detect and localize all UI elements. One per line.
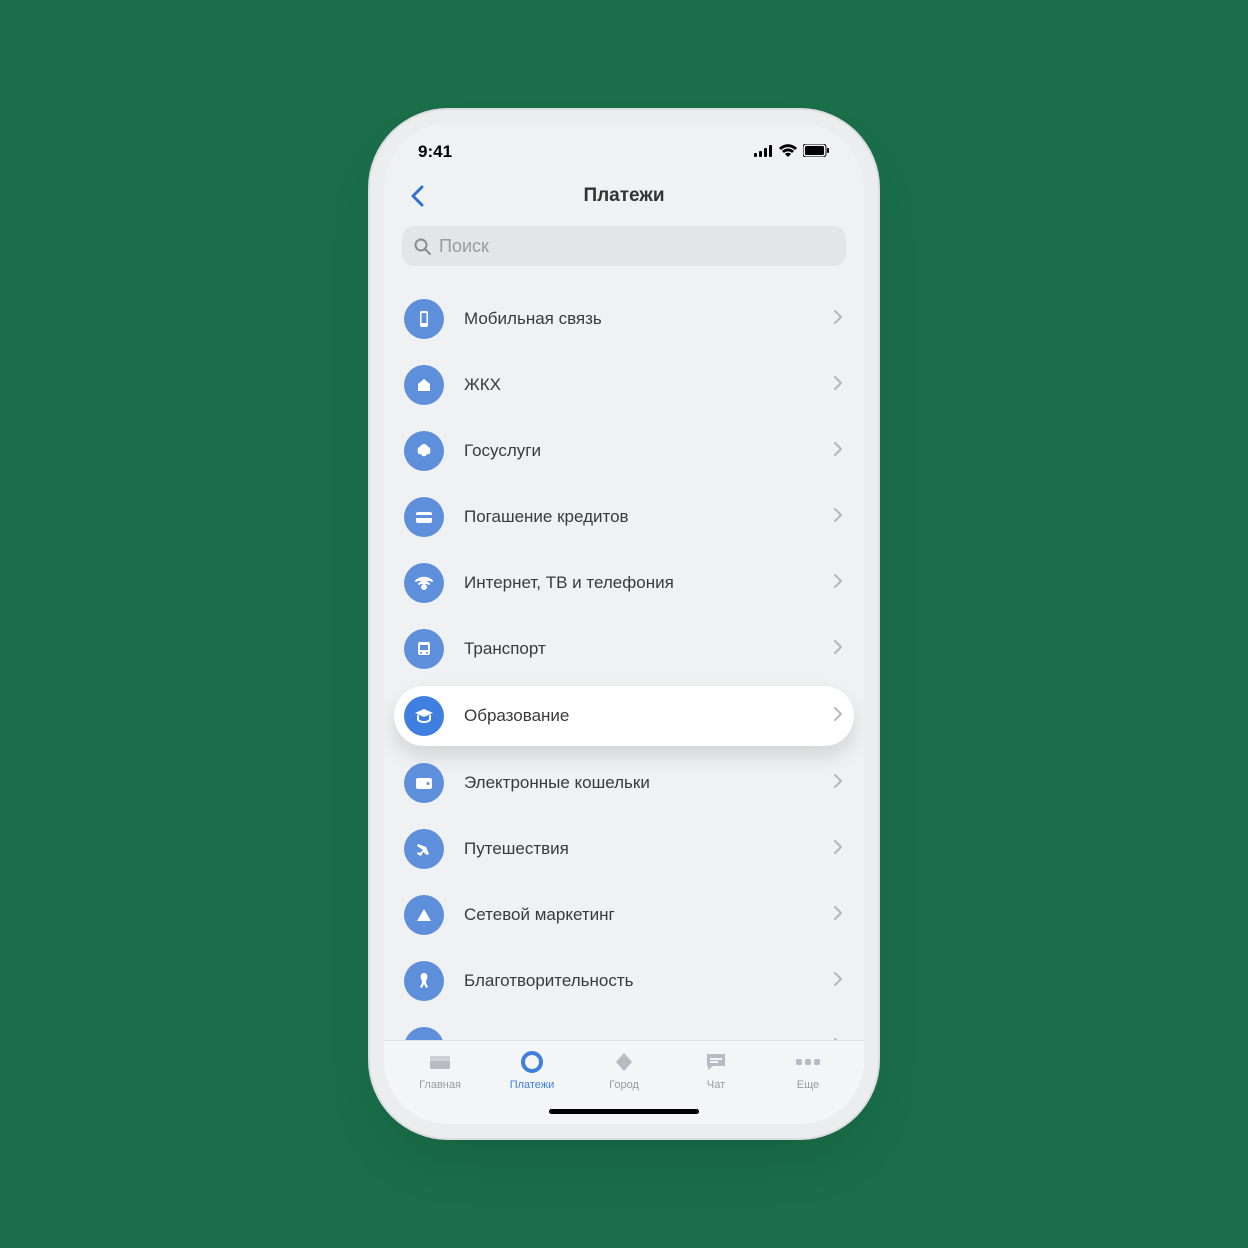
category-internet[interactable]: Интернет, ТВ и телефония (384, 550, 864, 616)
wifi-category-icon (404, 563, 444, 603)
bus-icon (404, 629, 444, 669)
wifi-icon (779, 142, 797, 162)
chevron-right-icon (834, 640, 842, 659)
graduation-icon (404, 696, 444, 736)
chat-heart-icon (404, 1027, 444, 1040)
category-social[interactable]: Социальные сети (384, 1014, 864, 1040)
tab-more[interactable]: Еще (762, 1049, 854, 1124)
nav-header: Платежи (384, 172, 864, 220)
category-label: ЖКХ (464, 375, 814, 395)
payments-tab-icon (519, 1049, 545, 1075)
chevron-right-icon (834, 707, 842, 726)
category-label: Электронные кошельки (464, 773, 814, 793)
chevron-left-icon (410, 185, 424, 207)
category-mobile[interactable]: Мобильная связь (384, 286, 864, 352)
chevron-right-icon (834, 774, 842, 793)
category-label: Сетевой маркетинг (464, 905, 814, 925)
more-tab-icon (795, 1049, 821, 1075)
home-indicator[interactable] (549, 1109, 699, 1114)
page-title: Платежи (384, 185, 864, 207)
wallet-icon (404, 763, 444, 803)
chevron-right-icon (834, 442, 842, 461)
tab-label: Чат (707, 1079, 725, 1091)
chat-tab-icon (703, 1049, 729, 1075)
search-input[interactable] (439, 236, 834, 257)
category-label: Госуслуги (464, 441, 814, 461)
triangle-icon (404, 895, 444, 935)
status-icons (754, 142, 830, 162)
category-utilities[interactable]: ЖКХ (384, 352, 864, 418)
chevron-right-icon (834, 972, 842, 991)
chevron-right-icon (834, 574, 842, 593)
category-label: Путешествия (464, 839, 814, 859)
chevron-right-icon (834, 840, 842, 859)
back-button[interactable] (402, 181, 432, 211)
phone-icon (404, 299, 444, 339)
house-icon (404, 365, 444, 405)
chevron-right-icon (834, 508, 842, 527)
category-gov[interactable]: Госуслуги (384, 418, 864, 484)
search-wrap (384, 220, 864, 276)
category-loans[interactable]: Погашение кредитов (384, 484, 864, 550)
category-label: Транспорт (464, 639, 814, 659)
tab-label: Город (609, 1079, 639, 1091)
category-label: Образование (464, 706, 814, 726)
category-ewallets[interactable]: Электронные кошельки (384, 750, 864, 816)
search-icon (414, 238, 431, 255)
chevron-right-icon (834, 906, 842, 925)
plane-icon (404, 829, 444, 869)
category-education[interactable]: Образование (394, 686, 854, 746)
chevron-right-icon (834, 310, 842, 329)
chevron-right-icon (834, 376, 842, 395)
home-tab-icon (427, 1049, 453, 1075)
tab-label: Еще (797, 1079, 819, 1091)
search-field[interactable] (402, 226, 846, 266)
ribbon-icon (404, 961, 444, 1001)
category-list: Мобильная связь ЖКХ Госуслуги Погашение … (384, 276, 864, 1040)
tab-home[interactable]: Главная (394, 1049, 486, 1124)
status-time: 9:41 (418, 142, 452, 162)
category-transport[interactable]: Транспорт (384, 616, 864, 682)
category-mlm[interactable]: Сетевой маркетинг (384, 882, 864, 948)
category-label: Благотворительность (464, 971, 814, 991)
tab-label: Главная (419, 1079, 461, 1091)
status-bar: 9:41 (384, 124, 864, 172)
signal-icon (754, 142, 773, 162)
city-tab-icon (611, 1049, 637, 1075)
category-label: Погашение кредитов (464, 507, 814, 527)
category-travel[interactable]: Путешествия (384, 816, 864, 882)
emblem-icon (404, 431, 444, 471)
category-charity[interactable]: Благотворительность (384, 948, 864, 1014)
phone-frame: 9:41 Платежи (384, 124, 864, 1124)
tab-label: Платежи (510, 1079, 555, 1091)
category-label: Интернет, ТВ и телефония (464, 573, 814, 593)
battery-icon (803, 142, 830, 162)
category-label: Мобильная связь (464, 309, 814, 329)
card-icon (404, 497, 444, 537)
